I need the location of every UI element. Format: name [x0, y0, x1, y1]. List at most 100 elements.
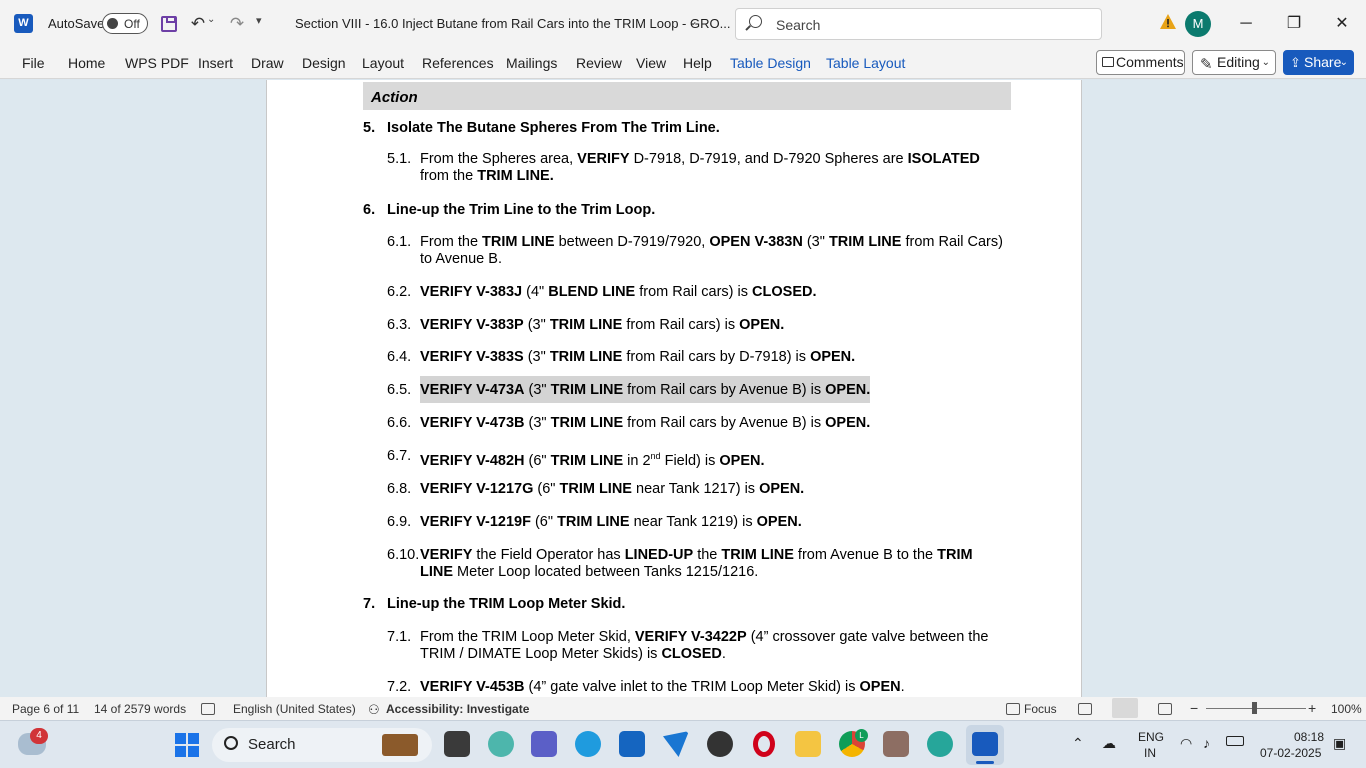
document-canvas[interactable]: Action 5. Isolate The Butane Spheres Fro… — [0, 80, 1366, 697]
zoom-level[interactable]: 100% — [1331, 702, 1362, 716]
zoom-slider-thumb[interactable] — [1252, 702, 1257, 714]
avatar[interactable]: M — [1185, 11, 1211, 37]
warning-icon[interactable] — [1159, 13, 1177, 31]
taskbar: 4 Search L ⌃ ☁ ENG IN ◠ ♪ 08:18 07-02-20… — [0, 720, 1366, 768]
language-top[interactable]: ENG — [1138, 730, 1164, 744]
tab-layout[interactable]: Layout — [362, 55, 404, 71]
file-explorer-icon[interactable] — [795, 731, 821, 757]
editing-label: Editing — [1217, 54, 1260, 70]
search-icon — [749, 15, 762, 28]
step-number: 7.1. — [387, 629, 412, 645]
tab-design[interactable]: Design — [302, 55, 346, 71]
zoom-in-icon[interactable]: + — [1308, 700, 1316, 716]
power-automate-icon[interactable] — [663, 731, 689, 757]
proofing-icon[interactable] — [201, 703, 215, 715]
app-icon[interactable] — [927, 731, 953, 757]
maximize-button[interactable]: ❐ — [1272, 8, 1316, 40]
tab-file[interactable]: File — [22, 55, 45, 71]
editing-mode-button[interactable]: ✎ Editing ⌄ — [1192, 50, 1276, 75]
taskbar-search[interactable]: Search — [212, 728, 432, 762]
customize-toolbar-icon[interactable]: ▾ — [256, 14, 262, 27]
document-page[interactable]: Action 5. Isolate The Butane Spheres Fro… — [266, 80, 1082, 697]
word-count[interactable]: 14 of 2579 words — [94, 702, 186, 716]
copilot-icon[interactable] — [488, 731, 514, 757]
dell-icon[interactable] — [707, 731, 733, 757]
store-icon[interactable] — [619, 731, 645, 757]
section-number: 5. — [363, 120, 376, 136]
chevron-up-icon[interactable]: ⌃ — [1072, 735, 1084, 752]
web-layout-icon[interactable] — [1158, 703, 1172, 715]
comment-icon — [1102, 57, 1114, 67]
tab-help[interactable]: Help — [683, 55, 712, 71]
language-bottom[interactable]: IN — [1144, 746, 1156, 760]
tab-table-design[interactable]: Table Design — [730, 55, 811, 71]
section-number: 7. — [363, 596, 376, 612]
page-count[interactable]: Page 6 of 11 — [12, 702, 79, 716]
tab-mailings[interactable]: Mailings — [506, 55, 557, 71]
step-text: VERIFY V-453B (4” gate valve inlet to th… — [420, 679, 905, 695]
tab-draw[interactable]: Draw — [251, 55, 284, 71]
step-text: VERIFY V-1219F (6" TRIM LINE near Tank 1… — [420, 514, 802, 530]
word-taskbar-button[interactable] — [966, 725, 1004, 765]
print-layout-icon[interactable] — [1112, 698, 1138, 718]
step-number: 6.9. — [387, 514, 412, 530]
autosave-toggle[interactable]: Off — [102, 13, 148, 34]
read-mode-icon[interactable] — [1078, 703, 1092, 715]
tab-review[interactable]: Review — [576, 55, 622, 71]
clock-time[interactable]: 08:18 — [1294, 730, 1324, 744]
status-bar: Page 6 of 11 14 of 2579 words English (U… — [0, 697, 1366, 720]
volume-icon[interactable]: ♪ — [1203, 735, 1210, 751]
clock-date[interactable]: 07-02-2025 — [1260, 746, 1321, 760]
step-number: 7.2. — [387, 679, 412, 695]
comments-button[interactable]: Comments — [1096, 50, 1185, 75]
save-icon[interactable] — [158, 12, 180, 36]
autosave-label: AutoSave — [48, 16, 105, 31]
tab-table-layout[interactable]: Table Layout — [826, 55, 905, 71]
tab-insert[interactable]: Insert — [198, 55, 233, 71]
start-windows-icon[interactable] — [175, 733, 199, 757]
close-button[interactable]: ✕ — [1320, 8, 1364, 40]
share-button[interactable]: ⇪ Share ⌄ — [1283, 50, 1354, 75]
chevron-down-icon[interactable]: ⌄ — [688, 14, 698, 28]
task-view-icon[interactable] — [444, 731, 470, 757]
document-title[interactable]: Section VIII - 16.0 Inject Butane from R… — [295, 16, 730, 31]
action-table-header[interactable]: Action — [363, 82, 1011, 110]
focus-button[interactable]: Focus — [1024, 702, 1057, 716]
opera-icon[interactable] — [753, 731, 775, 757]
section-title: Line-up the Trim Line to the Trim Loop. — [387, 202, 656, 218]
weather-badge: 4 — [30, 728, 48, 744]
edge-icon[interactable] — [575, 731, 601, 757]
step-text: From the TRIM LINE between D-7919/7920, … — [420, 234, 1003, 267]
step-number: 6.10. — [387, 547, 420, 563]
undo-dropdown-icon[interactable]: ⌄ — [207, 14, 215, 25]
wifi-icon[interactable]: ◠ — [1180, 735, 1192, 752]
step-number: 6.8. — [387, 481, 412, 497]
battery-icon[interactable] — [1226, 736, 1244, 746]
tab-home[interactable]: Home — [68, 55, 105, 71]
tab-view[interactable]: View — [636, 55, 666, 71]
redo-icon[interactable]: ↷ — [226, 12, 248, 36]
share-icon: ⇪ — [1290, 55, 1301, 70]
app-icon[interactable] — [883, 731, 909, 757]
minimize-button[interactable]: ─ — [1224, 8, 1268, 40]
undo-icon[interactable]: ↶ — [187, 12, 209, 36]
search-input[interactable]: Search — [735, 8, 1102, 40]
step-text: VERIFY V-383P (3" TRIM LINE from Rail ca… — [420, 317, 785, 333]
zoom-out-icon[interactable]: − — [1190, 700, 1198, 716]
teams-icon[interactable] — [531, 731, 557, 757]
step-number: 6.6. — [387, 415, 412, 431]
notification-icon[interactable]: ▣ — [1333, 735, 1346, 752]
step-text: VERIFY V-482H (6" TRIM LINE in 2nd Field… — [420, 451, 765, 469]
step-number: 6.1. — [387, 234, 412, 250]
step-text: VERIFY V-383J (4" BLEND LINE from Rail c… — [420, 284, 817, 300]
step-text: VERIFY V-383S (3" TRIM LINE from Rail ca… — [420, 349, 856, 365]
tab-references[interactable]: References — [422, 55, 494, 71]
step-text: VERIFY V-473B (3" TRIM LINE from Rail ca… — [420, 415, 871, 431]
cloud-sync-icon[interactable]: ☁ — [1102, 735, 1116, 752]
word-app-icon: W — [14, 14, 33, 33]
language-indicator[interactable]: English (United States) — [233, 702, 356, 716]
section-title: Isolate The Butane Spheres From The Trim… — [387, 120, 720, 136]
accessibility-status[interactable]: Accessibility: Investigate — [386, 702, 529, 716]
tab-wps-pdf[interactable]: WPS PDF — [125, 55, 189, 71]
step-text: VERIFY the Field Operator has LINED-UP t… — [420, 547, 973, 580]
